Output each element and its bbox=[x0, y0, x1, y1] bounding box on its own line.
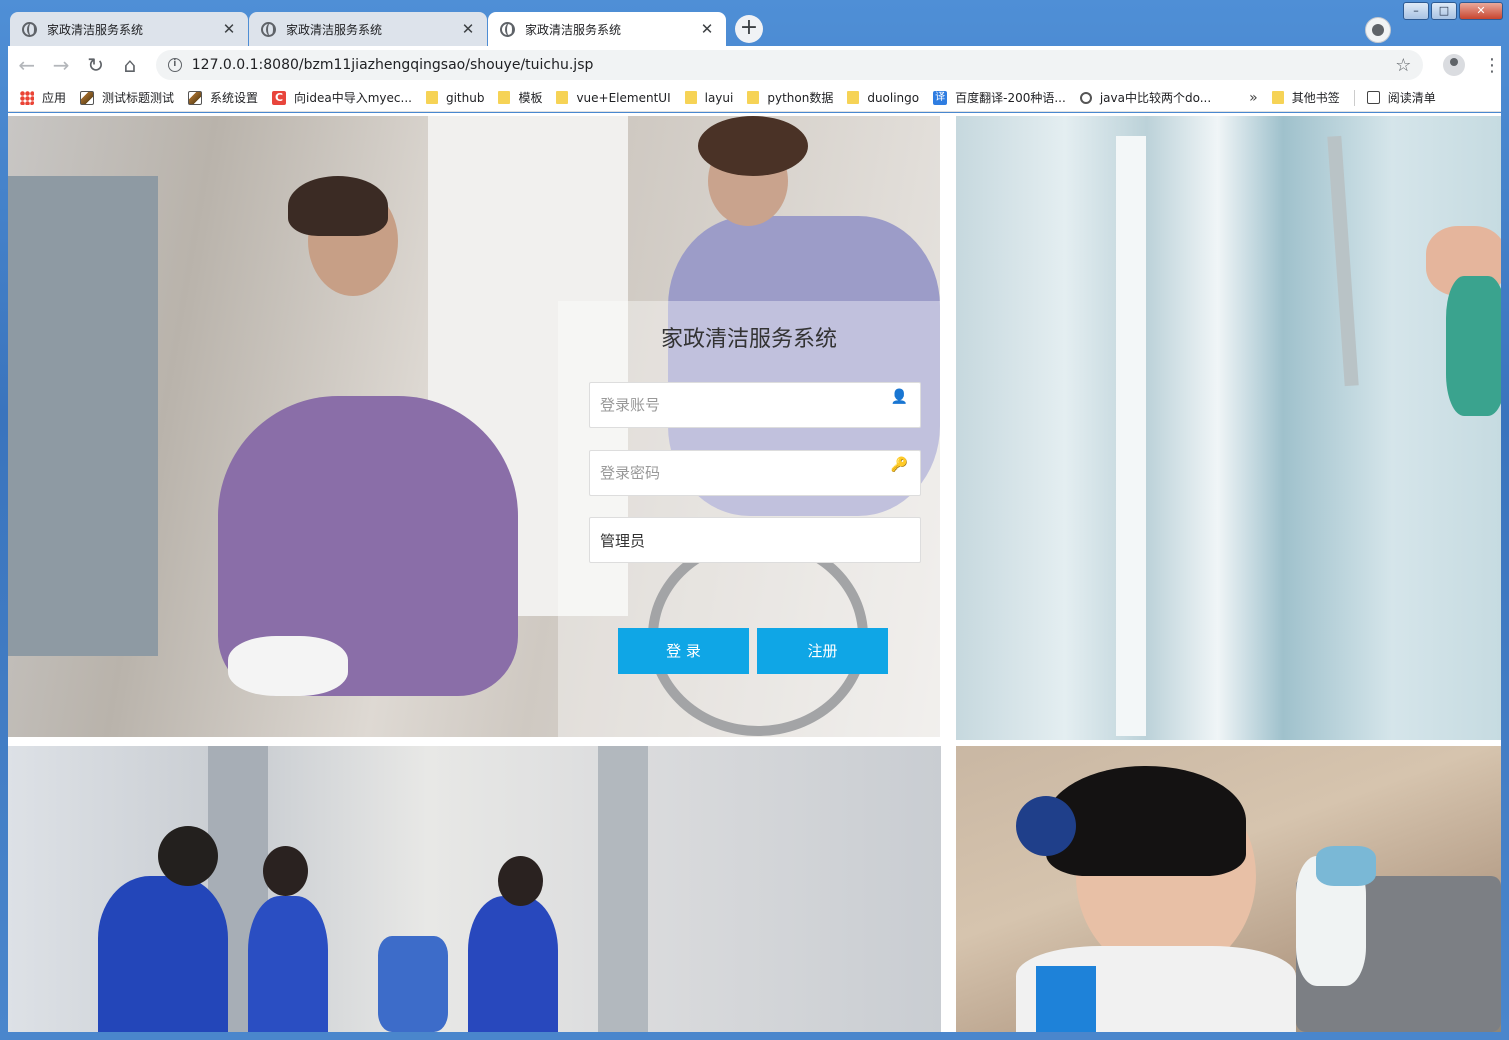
site-info-icon[interactable]: i bbox=[167, 58, 182, 72]
folder-icon bbox=[684, 91, 697, 104]
kebab-menu-icon[interactable]: ⋮ bbox=[1483, 55, 1501, 76]
bookmark-folder[interactable]: duolingo bbox=[847, 91, 919, 105]
close-window-button[interactable]: ✕ bbox=[1459, 2, 1503, 20]
bookmark-item[interactable]: C 向idea中导入myec... bbox=[272, 89, 412, 106]
role-field[interactable] bbox=[589, 517, 921, 563]
bookmark-folder[interactable]: python数据 bbox=[747, 89, 833, 106]
tab-2[interactable]: 家政清洁服务系统 ✕ bbox=[249, 12, 487, 46]
folder-icon bbox=[847, 91, 860, 104]
folder-icon bbox=[556, 91, 569, 104]
address-bar[interactable]: i 127.0.0.1:8080/bzm11jiazhengqingsao/sh… bbox=[155, 50, 1424, 80]
c-icon: C bbox=[272, 90, 287, 105]
bookmark-item[interactable]: 译百度翻译-200种语... bbox=[933, 89, 1066, 106]
login-panel: 家政清洁服务系统 👤 🔑 登 录 注册 bbox=[558, 301, 940, 737]
bookmark-folder[interactable]: 模板 bbox=[498, 89, 542, 106]
bookmarks-overflow-icon[interactable]: » bbox=[1249, 90, 1258, 106]
password-field[interactable]: 🔑 bbox=[589, 450, 921, 496]
close-tab-icon[interactable]: ✕ bbox=[461, 20, 475, 38]
java-icon bbox=[1079, 91, 1092, 104]
tab-1[interactable]: 家政清洁服务系统 ✕ bbox=[10, 12, 248, 46]
home-icon[interactable]: ⌂ bbox=[114, 49, 145, 81]
divider bbox=[1353, 89, 1355, 106]
bookmark-item[interactable]: 测试标题测试 bbox=[80, 89, 174, 106]
globe-icon bbox=[500, 21, 515, 37]
profile-avatar-icon[interactable] bbox=[1443, 54, 1465, 76]
tab-strip: 家政清洁服务系统 ✕ 家政清洁服务系统 ✕ 家政清洁服务系统 ✕ + bbox=[10, 12, 763, 46]
image-icon bbox=[80, 90, 95, 105]
browser-toolbar: ← → ↻ ⌂ i 127.0.0.1:8080/bzm11jiazhengqi… bbox=[8, 46, 1501, 84]
folder-icon bbox=[425, 91, 438, 104]
close-tab-icon[interactable]: ✕ bbox=[222, 20, 236, 38]
bookmark-star-icon[interactable]: ☆ bbox=[1395, 55, 1411, 76]
close-tab-icon[interactable]: ✕ bbox=[700, 20, 714, 38]
other-bookmarks[interactable]: 其他书签 bbox=[1271, 89, 1340, 106]
background-photo-window-cleaning bbox=[956, 116, 1501, 740]
apps-grid-icon bbox=[20, 90, 34, 105]
password-input[interactable] bbox=[600, 453, 910, 493]
image-icon bbox=[188, 90, 203, 105]
globe-icon bbox=[22, 21, 37, 37]
reading-list-icon bbox=[1366, 91, 1380, 104]
folder-icon bbox=[498, 91, 511, 104]
key-icon: 🔑 bbox=[890, 457, 908, 473]
bookmark-item[interactable]: 系统设置 bbox=[188, 89, 258, 106]
bookmarks-bar: 应用 测试标题测试 系统设置 C 向idea中导入myec... github 模… bbox=[8, 84, 1501, 112]
minimize-button[interactable]: – bbox=[1403, 2, 1429, 20]
tab-3-active[interactable]: 家政清洁服务系统 ✕ bbox=[488, 12, 726, 46]
folder-icon bbox=[1271, 91, 1284, 104]
tab-title: 家政清洁服务系统 bbox=[286, 22, 383, 37]
tab-title: 家政清洁服务系统 bbox=[525, 22, 622, 37]
translate-icon: 译 bbox=[933, 90, 948, 105]
folder-icon bbox=[747, 91, 760, 104]
login-title: 家政清洁服务系统 bbox=[660, 327, 837, 352]
browser-window: – □ ✕ 家政清洁服务系统 ✕ 家政清洁服务系统 ✕ 家政清洁服务系统 ✕ +… bbox=[0, 0, 1509, 1040]
tab-search-icon[interactable] bbox=[1365, 17, 1391, 43]
globe-icon bbox=[261, 21, 276, 37]
background-photo-cleaning-team bbox=[8, 746, 941, 1032]
bookmark-item[interactable]: java中比较两个do... bbox=[1079, 89, 1211, 106]
username-input[interactable] bbox=[600, 385, 910, 425]
tab-title: 家政清洁服务系统 bbox=[47, 22, 144, 37]
user-icon: 👤 bbox=[890, 389, 908, 405]
back-arrow-icon[interactable]: ← bbox=[11, 49, 42, 81]
role-select[interactable] bbox=[600, 520, 910, 560]
bookmark-folder[interactable]: github bbox=[425, 91, 484, 105]
page-content: 家政清洁服务系统 👤 🔑 登 录 注册 bbox=[8, 113, 1501, 1032]
forward-arrow-icon[interactable]: → bbox=[45, 49, 76, 81]
bookmark-apps[interactable]: 应用 bbox=[20, 89, 66, 106]
maximize-button[interactable]: □ bbox=[1431, 2, 1457, 20]
bookmark-folder[interactable]: layui bbox=[684, 91, 733, 105]
window-controls: – □ ✕ bbox=[1403, 2, 1503, 20]
background-photo-kitchen-cleaning bbox=[956, 746, 1501, 1032]
login-button[interactable]: 登 录 bbox=[618, 628, 749, 674]
bookmark-folder[interactable]: vue+ElementUI bbox=[556, 91, 671, 105]
username-field[interactable]: 👤 bbox=[589, 382, 921, 428]
reload-icon[interactable]: ↻ bbox=[80, 49, 111, 81]
register-button[interactable]: 注册 bbox=[757, 628, 888, 674]
url-text[interactable]: 127.0.0.1:8080/bzm11jiazhengqingsao/shou… bbox=[192, 57, 1396, 73]
reading-list[interactable]: 阅读清单 bbox=[1366, 89, 1436, 106]
new-tab-button[interactable]: + bbox=[735, 15, 763, 43]
